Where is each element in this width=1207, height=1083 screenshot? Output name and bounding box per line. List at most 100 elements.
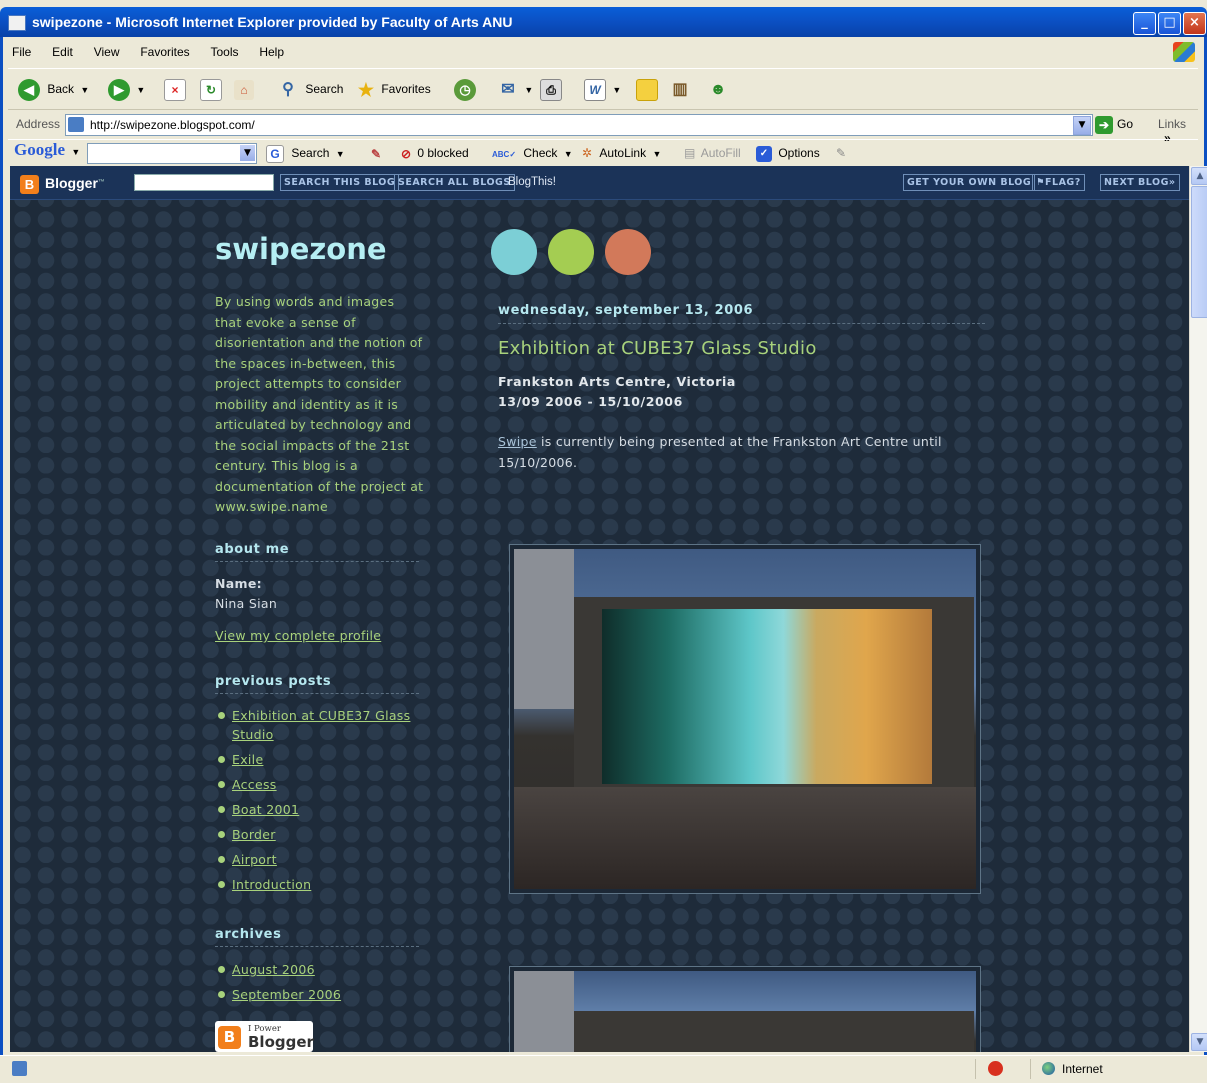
history-button[interactable]: ◷: [454, 77, 476, 101]
bullet-icon: [218, 966, 225, 973]
page-viewport: B Blogger™ SEARCH THIS BLOG SEARCH ALL BL…: [10, 166, 1189, 1052]
search-all-blogs-button[interactable]: SEARCH ALL BLOGS: [394, 174, 515, 191]
search-button[interactable]: ⚲ Search: [278, 77, 343, 101]
previous-post-item[interactable]: Exhibition at CUBE37 Glass Studio: [215, 706, 425, 744]
previous-post-item[interactable]: Introduction: [215, 875, 425, 894]
google-search-input[interactable]: ▼: [87, 143, 257, 164]
refresh-icon: ↻: [200, 78, 222, 101]
window-title: swipezone - Microsoft Internet Explorer …: [32, 14, 513, 30]
mail-dropdown-icon[interactable]: ▼: [524, 85, 533, 95]
blog-search-input[interactable]: [134, 174, 274, 191]
previous-post-item[interactable]: Airport: [215, 850, 425, 869]
flag-button[interactable]: ⚑FLAG?: [1032, 174, 1085, 191]
blogthis-link[interactable]: BlogThis!: [508, 176, 556, 188]
back-button[interactable]: ◀ Back ▼: [18, 77, 89, 101]
address-url[interactable]: http://swipezone.blogspot.com/: [90, 118, 255, 132]
forward-dropdown-icon[interactable]: ▼: [136, 85, 145, 95]
mail-button[interactable]: ✉ ▼: [498, 77, 533, 101]
messenger-button[interactable]: ☻: [708, 77, 728, 101]
exhibition-photo-2[interactable]: [509, 966, 981, 1052]
google-dropdown-icon: ▼: [71, 147, 81, 157]
swipe-link[interactable]: Swipe: [498, 434, 537, 449]
options-button[interactable]: ✓ Options: [756, 144, 820, 162]
blogger-trademark: ™: [97, 179, 105, 186]
search-magnifier-icon: ⚲: [282, 80, 294, 98]
autolink-dropdown-icon[interactable]: ▼: [652, 149, 661, 159]
research-button[interactable]: ▥: [670, 77, 690, 101]
edit-dropdown-icon[interactable]: ▼: [612, 85, 621, 95]
profile-name-value: Nina Sian: [215, 596, 278, 611]
spell-check-button[interactable]: ABC✓ Check ▼: [492, 144, 573, 164]
menu-edit[interactable]: Edit: [48, 40, 73, 64]
blog-description: By using words and images that evoke a s…: [215, 294, 424, 514]
google-search-dropdown-icon[interactable]: ▼: [336, 149, 345, 159]
maximize-button[interactable]: □: [1158, 12, 1181, 35]
stop-button[interactable]: ×: [164, 77, 186, 101]
menu-help[interactable]: Help: [255, 40, 284, 64]
bullet-icon: [218, 806, 225, 813]
popup-blocker-button[interactable]: ⊘ 0 blocked: [398, 144, 469, 162]
ie-page-icon: [8, 15, 26, 31]
previous-post-item[interactable]: Boat 2001: [215, 800, 425, 819]
edit-word-button[interactable]: W ▼: [584, 77, 621, 101]
autofill-label: AutoFill: [700, 146, 741, 160]
post-date-header: wednesday, september 13, 2006: [498, 303, 985, 324]
blog-title[interactable]: swipezone: [215, 232, 387, 266]
page-rank-button[interactable]: ✎: [368, 144, 384, 162]
vertical-scrollbar[interactable]: ▲ ▼: [1189, 166, 1207, 1052]
autofill-icon: ▤: [684, 146, 696, 160]
autofill-button[interactable]: ▤ AutoFill: [684, 144, 741, 162]
bullet-icon: [218, 856, 225, 863]
powered-by-blogger-badge[interactable]: B I Power Blogger: [215, 1021, 314, 1052]
favorites-button[interactable]: ★ Favorites: [356, 77, 431, 101]
scroll-up-button[interactable]: ▲: [1191, 167, 1207, 185]
go-arrow-icon: ➔: [1095, 115, 1113, 134]
home-button[interactable]: ⌂: [234, 77, 254, 101]
forward-button[interactable]: ▶ ▼: [108, 77, 145, 101]
archive-item[interactable]: September 2006: [215, 985, 425, 1004]
exhibition-photo-1[interactable]: [509, 544, 981, 894]
minimize-button[interactable]: _: [1133, 12, 1156, 35]
discuss-button[interactable]: [636, 77, 658, 101]
back-dropdown-icon[interactable]: ▼: [80, 85, 89, 95]
view-profile-link[interactable]: View my complete profile: [215, 628, 381, 643]
refresh-button[interactable]: ↻: [200, 77, 222, 101]
blogger-navbar: B Blogger™ SEARCH THIS BLOG SEARCH ALL BL…: [10, 166, 1189, 200]
google-menu-button[interactable]: Google ▼: [14, 141, 80, 161]
previous-post-item[interactable]: Access: [215, 775, 425, 794]
menu-view[interactable]: View: [90, 40, 120, 64]
popup-blocked-status-icon[interactable]: [988, 1061, 1003, 1076]
menu-favorites[interactable]: Favorites: [136, 40, 189, 64]
autolink-button[interactable]: ✲ AutoLink ▼: [582, 144, 661, 163]
highlighter-button[interactable]: ✎: [836, 144, 846, 162]
address-input[interactable]: http://swipezone.blogspot.com/ ▼: [65, 114, 1093, 136]
close-button[interactable]: ×: [1183, 12, 1206, 35]
menu-file[interactable]: File: [8, 40, 31, 64]
next-blog-button[interactable]: NEXT BLOG»: [1100, 174, 1180, 191]
page-icon: [68, 117, 84, 132]
blogger-logo[interactable]: B Blogger™: [20, 173, 105, 194]
scroll-thumb[interactable]: [1191, 186, 1207, 318]
messenger-icon: ☻: [709, 80, 727, 98]
note-icon: [636, 78, 658, 101]
google-search-dropdown-icon[interactable]: ▼: [240, 145, 255, 161]
scroll-down-button[interactable]: ▼: [1191, 1033, 1207, 1051]
get-your-own-blog-button[interactable]: GET YOUR OWN BLOG: [903, 174, 1036, 191]
search-this-blog-button[interactable]: SEARCH THIS BLOG: [280, 174, 400, 191]
header-dot-blue: [491, 229, 537, 275]
google-search-button[interactable]: G Search ▼: [266, 144, 345, 163]
address-dropdown-icon[interactable]: ▼: [1073, 116, 1091, 135]
flag-icon: ⚑: [1036, 177, 1046, 188]
print-button[interactable]: ⎙: [540, 77, 562, 101]
menu-tools[interactable]: Tools: [207, 40, 239, 64]
archives-heading: archives: [215, 927, 419, 947]
go-button[interactable]: ➔ Go: [1095, 114, 1133, 134]
archive-item[interactable]: August 2006: [215, 960, 425, 979]
check-dropdown-icon[interactable]: ▼: [564, 149, 573, 159]
previous-post-item[interactable]: Exile: [215, 750, 425, 769]
browser-window: swipezone - Microsoft Internet Explorer …: [0, 0, 1207, 1083]
windows-logo-icon: [1173, 42, 1195, 62]
post-body-text: is currently being presented at the Fran…: [498, 434, 942, 470]
previous-post-item[interactable]: Border: [215, 825, 425, 844]
popup-blocked-icon: ⊘: [400, 146, 412, 161]
